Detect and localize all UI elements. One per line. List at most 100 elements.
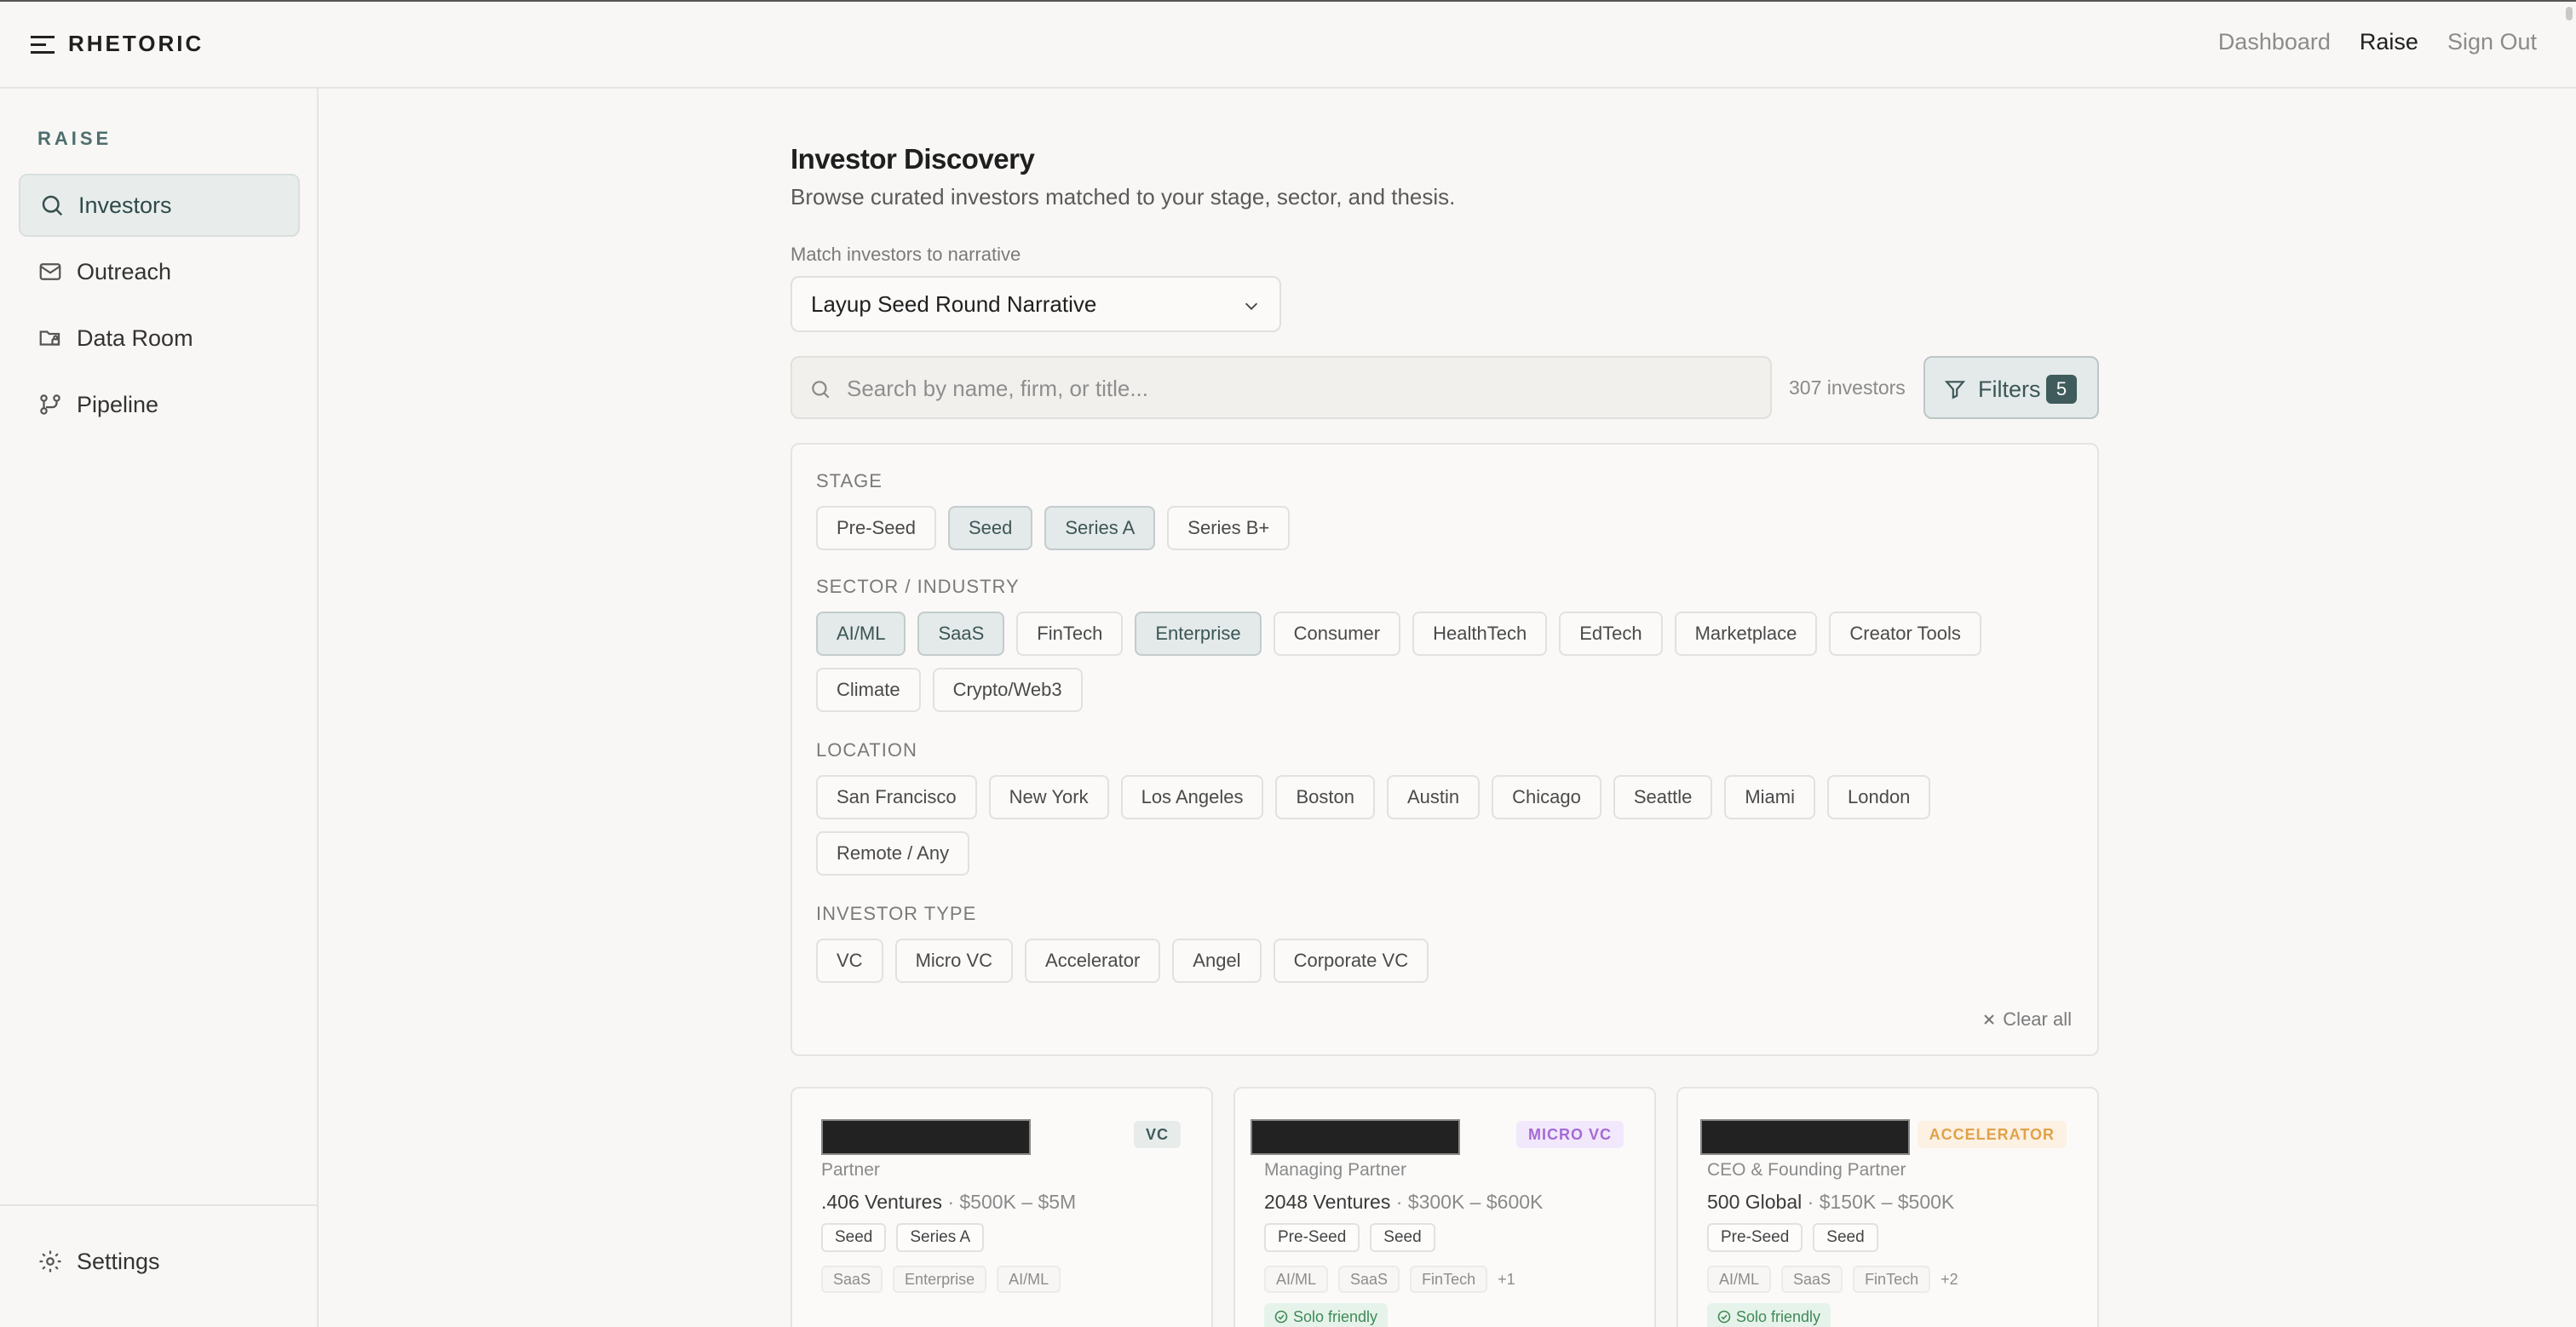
stage-chip: Seed <box>1370 1223 1435 1252</box>
sidebar-item-outreach[interactable]: Outreach <box>19 240 300 303</box>
filters-count-badge: 5 <box>2046 375 2077 404</box>
chip-healthtech[interactable]: HealthTech <box>1412 612 1548 656</box>
investor-firm-line: .406 Ventures · $500K – $5M <box>821 1191 1076 1214</box>
chip-chicago[interactable]: Chicago <box>1492 775 1601 819</box>
sector-chips-row2: Climate Crypto/Web3 <box>816 668 1083 712</box>
pipeline-icon <box>40 394 60 415</box>
investor-card[interactable]: VC Partner .406 Ventures · $500K – $5M S… <box>791 1087 1213 1327</box>
narrative-label: Match investors to narrative <box>791 244 1021 265</box>
chip-micro-vc[interactable]: Micro VC <box>894 939 1014 983</box>
chip-ai-ml[interactable]: AI/ML <box>816 612 906 656</box>
chip-saas[interactable]: SaaS <box>917 612 1005 656</box>
search-icon <box>812 381 830 399</box>
gear-icon <box>39 1250 61 1272</box>
card-sectors: AI/ML SaaS FinTech +1 <box>1264 1266 1515 1293</box>
search-field <box>791 356 1772 419</box>
mail-icon <box>39 263 61 280</box>
top-nav: Dashboard Raise Sign Out <box>2218 29 2537 55</box>
chip-miami[interactable]: Miami <box>1724 775 1815 819</box>
chip-accelerator[interactable]: Accelerator <box>1025 939 1161 983</box>
more-sectors-count: +1 <box>1498 1270 1515 1288</box>
firm-name: 2048 Ventures <box>1264 1191 1391 1213</box>
menu-icon[interactable] <box>31 34 58 56</box>
check-circle-icon <box>1274 1310 1288 1324</box>
chip-angel[interactable]: Angel <box>1172 939 1262 983</box>
filters-label: Filters <box>1978 376 2041 402</box>
chip-london[interactable]: London <box>1827 775 1931 819</box>
chip-seed[interactable]: Seed <box>947 506 1033 550</box>
sidebar-item-data-room[interactable]: Data Room <box>19 307 300 370</box>
chip-corporate-vc[interactable]: Corporate VC <box>1273 939 1429 983</box>
chip-vc[interactable]: VC <box>816 939 883 983</box>
chip-fintech[interactable]: FinTech <box>1016 612 1124 656</box>
sidebar-item-pipeline[interactable]: Pipeline <box>19 373 300 436</box>
card-sectors: SaaS Enterprise AI/ML <box>821 1266 1061 1293</box>
chip-boston[interactable]: Boston <box>1275 775 1375 819</box>
clear-all-label: Clear all <box>2003 1008 2072 1030</box>
chip-series-a[interactable]: Series A <box>1044 506 1156 550</box>
chip-crypto-web3[interactable]: Crypto/Web3 <box>932 668 1083 712</box>
nav-raise[interactable]: Raise <box>2360 29 2418 55</box>
investor-count: 307 investors <box>1789 376 1906 399</box>
chip-new-york[interactable]: New York <box>988 775 1109 819</box>
sidebar-item-settings[interactable]: Settings <box>19 1230 300 1293</box>
chip-pre-seed[interactable]: Pre-Seed <box>816 506 936 550</box>
search-input[interactable] <box>847 371 1750 405</box>
narrative-select[interactable]: Layup Seed Round Narrative <box>791 276 1281 332</box>
investor-type-heading: INVESTOR TYPE <box>816 903 977 924</box>
investor-type-chips: VC Micro VC Accelerator Angel Corporate … <box>816 939 1429 983</box>
filter-icon <box>1944 381 1966 399</box>
chip-creator-tools[interactable]: Creator Tools <box>1829 612 1981 656</box>
card-stages: Pre-Seed Seed <box>1264 1223 1435 1252</box>
stage-chips: Pre-Seed Seed Series A Series B+ <box>816 506 1291 550</box>
chip-edtech[interactable]: EdTech <box>1559 612 1663 656</box>
chip-consumer[interactable]: Consumer <box>1273 612 1401 656</box>
top-bar: RHETORIC Dashboard Raise Sign Out <box>0 2 2576 89</box>
redacted-name <box>1251 1119 1460 1155</box>
stage-chip: Seed <box>821 1223 887 1252</box>
chip-los-angeles[interactable]: Los Angeles <box>1120 775 1264 819</box>
redacted-name <box>1700 1119 1910 1155</box>
chip-climate[interactable]: Climate <box>816 668 921 712</box>
investor-card[interactable]: MICRO VC Managing Partner 2048 Ventures … <box>1233 1087 1656 1327</box>
redacted-name <box>821 1119 1031 1155</box>
stage-heading: STAGE <box>816 470 883 491</box>
sidebar-item-investors[interactable]: Investors <box>19 174 300 237</box>
sector-chip: SaaS <box>821 1266 883 1293</box>
chip-san-francisco[interactable]: San Francisco <box>816 775 977 819</box>
sector-chip: FinTech <box>1410 1266 1488 1293</box>
scrollbar-thumb[interactable] <box>2566 7 2573 20</box>
chip-enterprise[interactable]: Enterprise <box>1135 612 1262 656</box>
location-chips-row2: Remote / Any <box>816 831 970 876</box>
sidebar: RAISE Investors Outreach Data Room Pipel… <box>0 89 319 1327</box>
stage-chip: Pre-Seed <box>1264 1223 1360 1252</box>
nav-dashboard[interactable]: Dashboard <box>2218 29 2331 55</box>
check-range: · $500K – $5M <box>941 1191 1077 1213</box>
chip-seattle[interactable]: Seattle <box>1613 775 1713 819</box>
sector-chips-row1: AI/ML SaaS FinTech Enterprise Consumer H… <box>816 612 1981 656</box>
solo-friendly-badge: Solo friendly <box>1264 1303 1389 1327</box>
clear-all-button[interactable]: Clear all <box>1982 1008 2072 1031</box>
narrative-value: Layup Seed Round Narrative <box>811 290 1097 317</box>
chip-austin[interactable]: Austin <box>1386 775 1481 819</box>
filters-button[interactable]: Filters 5 <box>1923 356 2099 419</box>
chip-series-b-plus[interactable]: Series B+ <box>1167 506 1291 550</box>
stage-chip: Pre-Seed <box>1707 1223 1803 1252</box>
chip-remote-any[interactable]: Remote / Any <box>816 831 970 876</box>
sector-chip: Enterprise <box>893 1266 987 1293</box>
solo-label: Solo friendly <box>1293 1307 1378 1325</box>
check-circle-icon <box>1717 1310 1731 1324</box>
firm-name: .406 Ventures <box>821 1191 942 1213</box>
chip-marketplace[interactable]: Marketplace <box>1674 612 1818 656</box>
firm-name: 500 Global <box>1707 1191 1803 1213</box>
sidebar-item-label: Data Room <box>77 325 193 351</box>
card-stages: Seed Series A <box>821 1223 985 1252</box>
page-title: Investor Discovery <box>791 143 1035 175</box>
app-window: RHETORIC Dashboard Raise Sign Out RAISE … <box>0 0 2576 1327</box>
solo-friendly-badge: Solo friendly <box>1707 1303 1831 1327</box>
sector-chip: AI/ML <box>1264 1266 1329 1293</box>
investor-card[interactable]: ACCELERATOR CEO & Founding Partner 500 G… <box>1676 1087 2099 1327</box>
nav-sign-out[interactable]: Sign Out <box>2447 29 2537 55</box>
check-range: · $300K – $600K <box>1390 1191 1544 1213</box>
sector-chip: AI/ML <box>1707 1266 1772 1293</box>
